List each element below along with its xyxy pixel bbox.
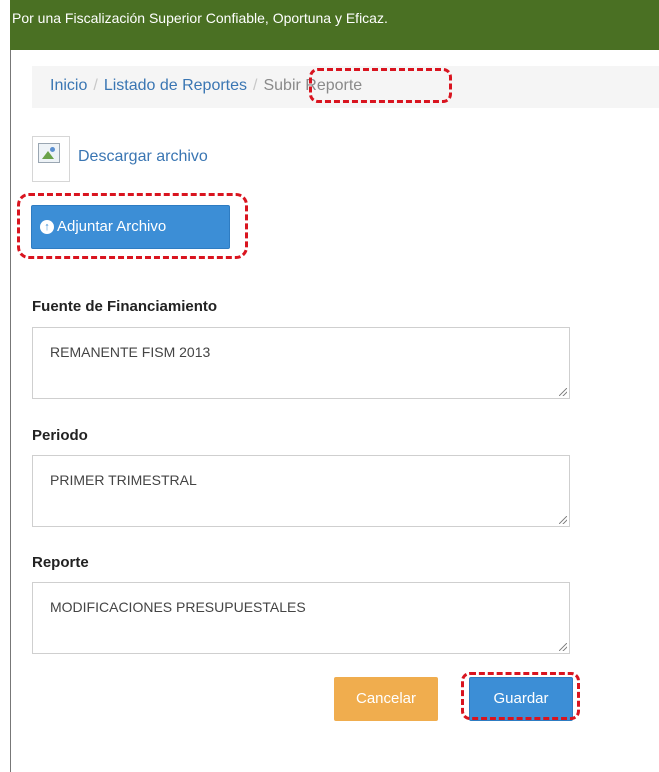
breadcrumb-report-list[interactable]: Listado de Reportes — [104, 77, 247, 94]
download-file-link[interactable]: Descargar archivo — [78, 148, 208, 166]
period-field[interactable]: PRIMER TRIMESTRAL — [32, 455, 570, 527]
cancel-button[interactable]: Cancelar — [334, 677, 438, 721]
top-banner: Por una Fiscalización Superior Confiable… — [10, 0, 659, 50]
report-label: Reporte — [32, 554, 89, 571]
report-value: MODIFICACIONES PRESUPUESTALES — [50, 599, 306, 615]
highlight-annotation — [461, 672, 580, 720]
resize-handle[interactable] — [559, 516, 567, 524]
breadcrumb-home[interactable]: Inicio — [50, 77, 87, 94]
period-label: Periodo — [32, 427, 88, 444]
highlight-annotation — [309, 68, 452, 103]
highlight-annotation — [17, 193, 248, 259]
breadcrumb-separator: / — [253, 77, 258, 94]
banner-text: Por una Fiscalización Superior Confiable… — [12, 10, 388, 26]
resize-handle[interactable] — [559, 388, 567, 396]
download-image-frame[interactable] — [32, 136, 70, 182]
funding-source-label: Fuente de Financiamiento — [32, 298, 218, 315]
report-field[interactable]: MODIFICACIONES PRESUPUESTALES — [32, 582, 570, 654]
resize-handle[interactable] — [559, 643, 567, 651]
breadcrumb-separator: / — [93, 77, 98, 94]
broken-image-icon — [38, 143, 60, 163]
funding-source-field[interactable]: REMANENTE FISM 2013 — [32, 327, 570, 399]
funding-source-value: REMANENTE FISM 2013 — [50, 344, 211, 360]
period-value: PRIMER TRIMESTRAL — [50, 472, 197, 488]
